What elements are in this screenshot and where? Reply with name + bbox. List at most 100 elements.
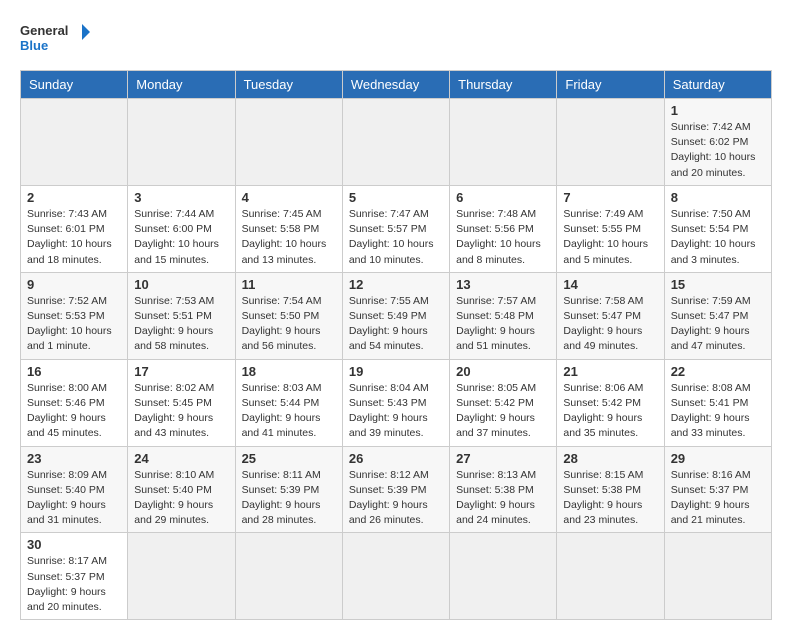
day-number: 12 — [349, 277, 443, 292]
calendar-cell: 5 Sunrise: 7:47 AM Sunset: 5:57 PM Daylig… — [342, 185, 449, 272]
calendar-cell — [342, 533, 449, 620]
day-header-monday: Monday — [128, 71, 235, 99]
day-number: 7 — [563, 190, 657, 205]
day-number: 21 — [563, 364, 657, 379]
day-number: 30 — [27, 537, 121, 552]
calendar-cell: 20 Sunrise: 8:05 AM Sunset: 5:42 PM Dayli… — [450, 359, 557, 446]
day-info: Sunrise: 7:57 AM Sunset: 5:48 PM Dayligh… — [456, 294, 550, 355]
day-info: Sunrise: 8:00 AM Sunset: 5:46 PM Dayligh… — [27, 381, 121, 442]
day-info: Sunrise: 7:54 AM Sunset: 5:50 PM Dayligh… — [242, 294, 336, 355]
day-number: 23 — [27, 451, 121, 466]
calendar-cell — [557, 99, 664, 186]
calendar-cell: 25 Sunrise: 8:11 AM Sunset: 5:39 PM Dayli… — [235, 446, 342, 533]
calendar-cell: 8 Sunrise: 7:50 AM Sunset: 5:54 PM Daylig… — [664, 185, 771, 272]
svg-text:Blue: Blue — [20, 38, 48, 53]
day-number: 8 — [671, 190, 765, 205]
day-number: 13 — [456, 277, 550, 292]
calendar-cell — [450, 533, 557, 620]
day-info: Sunrise: 8:17 AM Sunset: 5:37 PM Dayligh… — [27, 554, 121, 615]
day-info: Sunrise: 8:13 AM Sunset: 5:38 PM Dayligh… — [456, 468, 550, 529]
day-info: Sunrise: 8:04 AM Sunset: 5:43 PM Dayligh… — [349, 381, 443, 442]
day-number: 24 — [134, 451, 228, 466]
day-info: Sunrise: 8:03 AM Sunset: 5:44 PM Dayligh… — [242, 381, 336, 442]
week-row-1: 2Sunrise: 7:43 AM Sunset: 6:01 PM Daylig… — [21, 185, 772, 272]
day-info: Sunrise: 8:12 AM Sunset: 5:39 PM Dayligh… — [349, 468, 443, 529]
day-info: Sunrise: 8:08 AM Sunset: 5:41 PM Dayligh… — [671, 381, 765, 442]
header-row: SundayMondayTuesdayWednesdayThursdayFrid… — [21, 71, 772, 99]
day-info: Sunrise: 8:02 AM Sunset: 5:45 PM Dayligh… — [134, 381, 228, 442]
day-info: Sunrise: 8:11 AM Sunset: 5:39 PM Dayligh… — [242, 468, 336, 529]
week-row-0: 1Sunrise: 7:42 AM Sunset: 6:02 PM Daylig… — [21, 99, 772, 186]
day-number: 17 — [134, 364, 228, 379]
calendar-cell — [128, 99, 235, 186]
calendar-cell: 28 Sunrise: 8:15 AM Sunset: 5:38 PM Dayli… — [557, 446, 664, 533]
day-info: Sunrise: 7:50 AM Sunset: 5:54 PM Dayligh… — [671, 207, 765, 268]
day-info: Sunrise: 7:47 AM Sunset: 5:57 PM Dayligh… — [349, 207, 443, 268]
day-info: Sunrise: 7:45 AM Sunset: 5:58 PM Dayligh… — [242, 207, 336, 268]
day-header-tuesday: Tuesday — [235, 71, 342, 99]
day-number: 18 — [242, 364, 336, 379]
day-info: Sunrise: 8:09 AM Sunset: 5:40 PM Dayligh… — [27, 468, 121, 529]
page-header: General Blue — [20, 20, 772, 60]
calendar-cell: 21 Sunrise: 8:06 AM Sunset: 5:42 PM Dayli… — [557, 359, 664, 446]
calendar-cell: 6 Sunrise: 7:48 AM Sunset: 5:56 PM Daylig… — [450, 185, 557, 272]
calendar-cell: 14 Sunrise: 7:58 AM Sunset: 5:47 PM Dayli… — [557, 272, 664, 359]
day-number: 27 — [456, 451, 550, 466]
svg-text:General: General — [20, 23, 68, 38]
day-number: 29 — [671, 451, 765, 466]
day-number: 3 — [134, 190, 228, 205]
day-number: 11 — [242, 277, 336, 292]
calendar-cell: 10Sunrise: 7:53 AM Sunset: 5:51 PM Dayli… — [128, 272, 235, 359]
logo-svg: General Blue — [20, 20, 90, 60]
day-info: Sunrise: 8:10 AM Sunset: 5:40 PM Dayligh… — [134, 468, 228, 529]
day-info: Sunrise: 7:55 AM Sunset: 5:49 PM Dayligh… — [349, 294, 443, 355]
day-info: Sunrise: 7:52 AM Sunset: 5:53 PM Dayligh… — [27, 294, 121, 355]
day-number: 26 — [349, 451, 443, 466]
calendar-cell — [450, 99, 557, 186]
calendar-cell: 26 Sunrise: 8:12 AM Sunset: 5:39 PM Dayli… — [342, 446, 449, 533]
day-info: Sunrise: 7:59 AM Sunset: 5:47 PM Dayligh… — [671, 294, 765, 355]
day-number: 16 — [27, 364, 121, 379]
day-number: 28 — [563, 451, 657, 466]
calendar-cell: 27 Sunrise: 8:13 AM Sunset: 5:38 PM Dayli… — [450, 446, 557, 533]
day-info: Sunrise: 7:49 AM Sunset: 5:55 PM Dayligh… — [563, 207, 657, 268]
day-number: 6 — [456, 190, 550, 205]
calendar-cell: 2Sunrise: 7:43 AM Sunset: 6:01 PM Daylig… — [21, 185, 128, 272]
day-info: Sunrise: 7:43 AM Sunset: 6:01 PM Dayligh… — [27, 207, 121, 268]
day-header-wednesday: Wednesday — [342, 71, 449, 99]
calendar-cell: 7 Sunrise: 7:49 AM Sunset: 5:55 PM Daylig… — [557, 185, 664, 272]
calendar-cell: 19 Sunrise: 8:04 AM Sunset: 5:43 PM Dayli… — [342, 359, 449, 446]
day-info: Sunrise: 7:58 AM Sunset: 5:47 PM Dayligh… — [563, 294, 657, 355]
week-row-4: 23 Sunrise: 8:09 AM Sunset: 5:40 PM Dayli… — [21, 446, 772, 533]
calendar-cell: 11 Sunrise: 7:54 AM Sunset: 5:50 PM Dayli… — [235, 272, 342, 359]
day-info: Sunrise: 7:48 AM Sunset: 5:56 PM Dayligh… — [456, 207, 550, 268]
day-number: 25 — [242, 451, 336, 466]
calendar-cell: 9Sunrise: 7:52 AM Sunset: 5:53 PM Daylig… — [21, 272, 128, 359]
day-info: Sunrise: 7:42 AM Sunset: 6:02 PM Dayligh… — [671, 120, 765, 181]
calendar-cell: 3 Sunrise: 7:44 AM Sunset: 6:00 PM Daylig… — [128, 185, 235, 272]
day-info: Sunrise: 8:15 AM Sunset: 5:38 PM Dayligh… — [563, 468, 657, 529]
calendar-cell: 1Sunrise: 7:42 AM Sunset: 6:02 PM Daylig… — [664, 99, 771, 186]
day-header-sunday: Sunday — [21, 71, 128, 99]
calendar-cell: 12 Sunrise: 7:55 AM Sunset: 5:49 PM Dayli… — [342, 272, 449, 359]
day-info: Sunrise: 7:44 AM Sunset: 6:00 PM Dayligh… — [134, 207, 228, 268]
day-header-friday: Friday — [557, 71, 664, 99]
day-number: 22 — [671, 364, 765, 379]
day-number: 14 — [563, 277, 657, 292]
day-info: Sunrise: 8:06 AM Sunset: 5:42 PM Dayligh… — [563, 381, 657, 442]
day-number: 20 — [456, 364, 550, 379]
calendar-cell: 18 Sunrise: 8:03 AM Sunset: 5:44 PM Dayli… — [235, 359, 342, 446]
day-number: 19 — [349, 364, 443, 379]
day-number: 5 — [349, 190, 443, 205]
week-row-2: 9Sunrise: 7:52 AM Sunset: 5:53 PM Daylig… — [21, 272, 772, 359]
logo: General Blue — [20, 20, 90, 60]
day-header-saturday: Saturday — [664, 71, 771, 99]
day-number: 10 — [134, 277, 228, 292]
day-info: Sunrise: 8:05 AM Sunset: 5:42 PM Dayligh… — [456, 381, 550, 442]
calendar-cell: 13 Sunrise: 7:57 AM Sunset: 5:48 PM Dayli… — [450, 272, 557, 359]
calendar-cell — [21, 99, 128, 186]
calendar-cell: 24 Sunrise: 8:10 AM Sunset: 5:40 PM Dayli… — [128, 446, 235, 533]
calendar-cell — [342, 99, 449, 186]
calendar-cell: 16 Sunrise: 8:00 AM Sunset: 5:46 PM Dayli… — [21, 359, 128, 446]
calendar-cell: 15Sunrise: 7:59 AM Sunset: 5:47 PM Dayli… — [664, 272, 771, 359]
